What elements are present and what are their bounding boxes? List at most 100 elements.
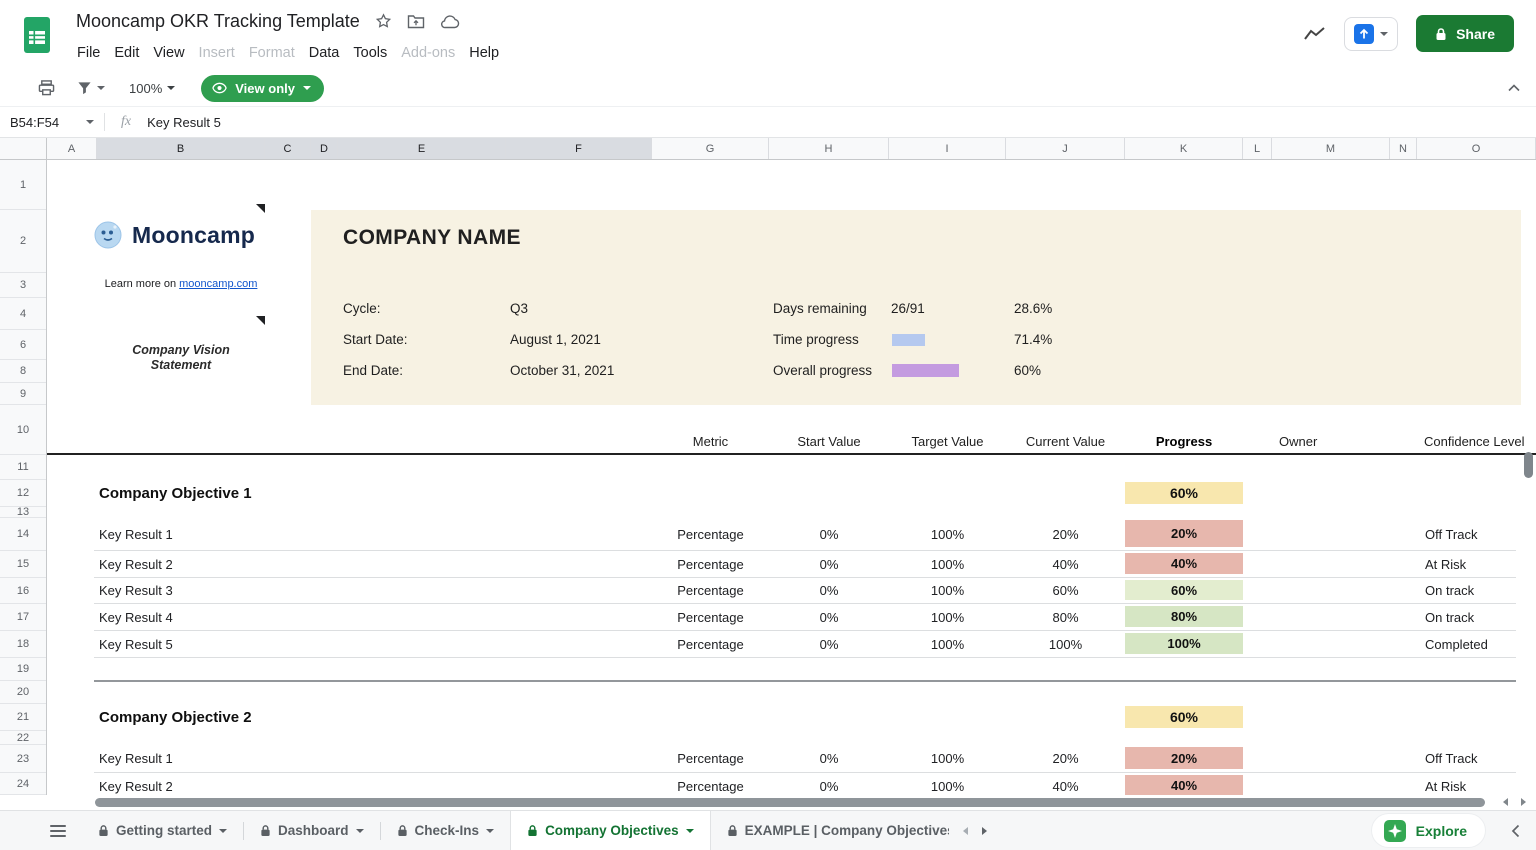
row-header-12[interactable]: 12	[0, 480, 46, 507]
star-icon[interactable]	[375, 13, 392, 30]
kr-current-value[interactable]: 100%	[1006, 631, 1125, 658]
table-header-start-value[interactable]: Start Value	[769, 432, 889, 451]
kr-progress[interactable]: 40%	[1125, 553, 1243, 574]
move-folder-icon[interactable]	[407, 14, 425, 29]
menu-edit[interactable]: Edit	[107, 41, 146, 65]
column-header-E[interactable]: E	[338, 138, 506, 159]
name-box[interactable]: B54:F54	[0, 107, 104, 137]
end-date-label[interactable]: End Date:	[343, 363, 403, 379]
sheet-tab-check-ins[interactable]: Check-Ins	[381, 811, 511, 850]
sheet-tab-company-objectives[interactable]: Company Objectives	[510, 811, 711, 850]
days-remaining-label[interactable]: Days remaining	[773, 301, 867, 317]
kr-start-value[interactable]: 0%	[769, 578, 889, 604]
row-header-15[interactable]: 15	[0, 551, 46, 578]
kr-start-value[interactable]: 0%	[769, 604, 889, 631]
menu-tools[interactable]: Tools	[346, 41, 394, 65]
kr-start-value[interactable]: 0%	[769, 551, 889, 578]
time-progress-bar[interactable]	[892, 334, 925, 346]
objective-name[interactable]: Company Objective 1	[99, 480, 719, 507]
kr-confidence[interactable]: Off Track	[1425, 518, 1478, 551]
row-header-16[interactable]: 16	[0, 578, 46, 604]
kr-name[interactable]: Key Result 2	[99, 773, 419, 795]
days-remaining-pct[interactable]: 28.6%	[1014, 301, 1052, 317]
kr-confidence[interactable]: On track	[1425, 604, 1474, 631]
select-all-corner[interactable]	[0, 138, 47, 159]
time-progress-label[interactable]: Time progress	[773, 332, 859, 348]
kr-progress[interactable]: 80%	[1125, 606, 1243, 627]
row-header-13[interactable]: 13	[0, 507, 46, 518]
row-header-9[interactable]: 9	[0, 383, 46, 405]
document-title[interactable]: Mooncamp OKR Tracking Template	[76, 11, 360, 32]
menu-view[interactable]: View	[146, 41, 191, 65]
kr-target-value[interactable]: 100%	[889, 551, 1006, 578]
vision-statement-cell[interactable]: Company Vision Statement	[111, 343, 251, 373]
objective-name[interactable]: Company Objective 2	[99, 704, 719, 731]
kr-progress[interactable]: 20%	[1125, 520, 1243, 547]
sheet-tab-example-company-objectives[interactable]: EXAMPLE | Company Objectives	[711, 811, 949, 850]
kr-target-value[interactable]: 100%	[889, 578, 1006, 604]
row-header-18[interactable]: 18	[0, 631, 46, 658]
open-in-app-button[interactable]	[1344, 17, 1398, 51]
column-header-G[interactable]: G	[652, 138, 769, 159]
kr-target-value[interactable]: 100%	[889, 631, 1006, 658]
kr-target-value[interactable]: 100%	[889, 604, 1006, 631]
row-header-8[interactable]: 8	[0, 360, 46, 383]
objective-progress[interactable]: 60%	[1125, 482, 1243, 504]
table-header-metric[interactable]: Metric	[652, 432, 769, 451]
row-header-20[interactable]: 20	[0, 681, 46, 704]
menu-format[interactable]: Format	[242, 41, 302, 65]
row-header-10[interactable]: 10	[0, 405, 46, 455]
table-header-owner[interactable]: Owner	[1272, 432, 1390, 451]
end-date-value[interactable]: October 31, 2021	[510, 363, 614, 379]
explore-button[interactable]: Explore	[1372, 814, 1485, 847]
overall-progress-pct[interactable]: 60%	[1014, 363, 1041, 379]
menu-help[interactable]: Help	[462, 41, 506, 65]
row-header-6[interactable]: 6	[0, 330, 46, 360]
zoom-control[interactable]: 100%	[129, 81, 175, 96]
mooncamp-logo[interactable]: Mooncamp	[93, 220, 255, 250]
row-header-21[interactable]: 21	[0, 704, 46, 731]
kr-progress[interactable]: 100%	[1125, 633, 1243, 654]
start-date-label[interactable]: Start Date:	[343, 332, 408, 348]
column-header-I[interactable]: I	[889, 138, 1006, 159]
column-header-L[interactable]: L	[1243, 138, 1272, 159]
column-header-J[interactable]: J	[1006, 138, 1125, 159]
row-header-2[interactable]: 2	[0, 210, 46, 273]
kr-start-value[interactable]: 0%	[769, 773, 889, 795]
activity-icon[interactable]	[1304, 26, 1326, 42]
menu-insert[interactable]: Insert	[192, 41, 242, 65]
kr-confidence[interactable]: On track	[1425, 578, 1474, 604]
kr-current-value[interactable]: 80%	[1006, 604, 1125, 631]
kr-current-value[interactable]: 20%	[1006, 518, 1125, 551]
cycle-label[interactable]: Cycle:	[343, 301, 381, 317]
formula-input[interactable]: Key Result 5	[147, 115, 221, 130]
tab-scroll-left-icon[interactable]	[963, 827, 968, 835]
menu-addons[interactable]: Add-ons	[394, 41, 462, 65]
kr-start-value[interactable]: 0%	[769, 518, 889, 551]
row-header-24[interactable]: 24	[0, 773, 46, 795]
column-header-H[interactable]: H	[769, 138, 889, 159]
kr-target-value[interactable]: 100%	[889, 518, 1006, 551]
print-icon[interactable]	[38, 80, 55, 96]
column-header-C[interactable]: C	[265, 138, 311, 159]
kr-current-value[interactable]: 60%	[1006, 578, 1125, 604]
kr-metric[interactable]: Percentage	[652, 551, 769, 578]
kr-start-value[interactable]: 0%	[769, 631, 889, 658]
row-header-19[interactable]: 19	[0, 658, 46, 681]
time-progress-pct[interactable]: 71.4%	[1014, 332, 1052, 348]
cycle-value[interactable]: Q3	[510, 301, 528, 317]
column-header-A[interactable]: A	[47, 138, 97, 159]
row-header-4[interactable]: 4	[0, 298, 46, 330]
kr-progress[interactable]: 20%	[1125, 747, 1243, 769]
kr-confidence[interactable]: Off Track	[1425, 745, 1478, 773]
collapse-toolbar-icon[interactable]	[1508, 79, 1520, 97]
mooncamp-link[interactable]: mooncamp.com	[179, 278, 257, 290]
view-only-button[interactable]: View only	[201, 75, 324, 102]
kr-confidence[interactable]: At Risk	[1425, 773, 1466, 795]
row-header-1[interactable]: 1	[0, 160, 46, 210]
days-remaining-value[interactable]: 26/91	[891, 301, 925, 317]
kr-progress[interactable]: 40%	[1125, 775, 1243, 795]
start-date-value[interactable]: August 1, 2021	[510, 332, 601, 348]
kr-name[interactable]: Key Result 3	[99, 578, 419, 604]
column-header-N[interactable]: N	[1390, 138, 1417, 159]
